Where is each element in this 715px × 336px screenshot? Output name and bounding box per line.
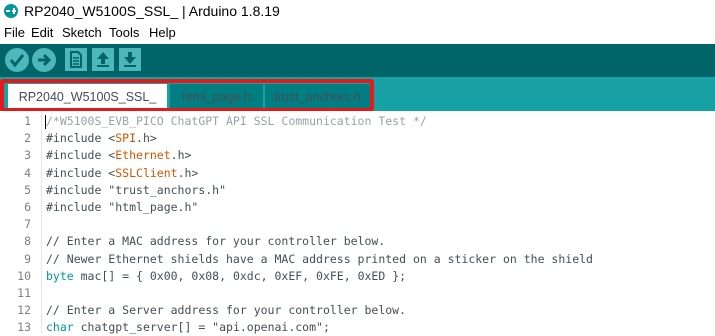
line-number: 2	[24, 131, 31, 146]
line-number: 11	[17, 286, 31, 300]
window-title: RP2040_W5100S_SSL_ | Arduino 1.8.19	[24, 3, 280, 19]
tab-html-page[interactable]: html_page.h	[170, 84, 263, 110]
arrow-up-icon	[97, 52, 109, 67]
line-number: 10	[17, 268, 31, 283]
code-line: /*W5100S_EVB_PICO ChatGPT API SSL Commun…	[46, 113, 427, 130]
line-number-gutter: 1 2 3 4 5 6 7 8 9 10 11 12 13	[0, 111, 41, 334]
gutter-divider	[41, 111, 42, 334]
code-line: #include <SSLClient.h>	[46, 165, 198, 182]
line-number: 4	[24, 165, 31, 180]
code-token: /*W5100S_EVB_PICO ChatGPT API SSL Commun…	[46, 114, 427, 128]
code-line: // Newer Ethernet shields have a MAC add…	[46, 251, 593, 268]
code-line: byte mac[] = { 0x00, 0x08, 0xdc, 0xEF, 0…	[46, 268, 406, 285]
line-number: 7	[24, 217, 31, 232]
code-token: // Enter a Server address for your contr…	[46, 303, 407, 318]
code-token: byte	[46, 268, 74, 283]
menu-sketch[interactable]: Sketch	[62, 25, 102, 40]
code-line: #include <Ethernet.h>	[46, 147, 191, 164]
tab-label: RP2040_W5100S_SSL_	[18, 90, 157, 104]
tab-label: html_page.h	[182, 90, 251, 104]
code-token: SPI	[115, 131, 137, 146]
file-icon	[70, 51, 82, 68]
toolbar	[0, 44, 715, 77]
line-number: 5	[24, 182, 31, 197]
check-icon	[9, 54, 25, 68]
code-token: #include "trust_anchors.h"	[46, 182, 227, 197]
code-line: #include "trust_anchors.h"	[46, 182, 226, 199]
code-token: chatgpt_server[] = "api.openai.com";	[73, 320, 330, 335]
code-line: // Enter a Server address for your contr…	[46, 302, 406, 319]
title-bar: RP2040_W5100S_SSL_ | Arduino 1.8.19	[0, 0, 715, 24]
code-token: mac[] = { 0x00, 0x08, 0xdc, 0xEF, 0xFE, …	[73, 268, 407, 283]
code-line: // Enter a MAC address for your controll…	[46, 233, 385, 250]
code-token: .h>	[136, 131, 157, 146]
code-token: .h>	[177, 165, 199, 180]
line-number: 6	[24, 200, 31, 214]
code-token: #include "html_page.h"	[46, 200, 199, 214]
tab-label: trust_anchors.h	[274, 90, 361, 104]
code-token: #include <	[46, 165, 116, 180]
tab-trust-anchors[interactable]: trust_anchors.h	[265, 84, 370, 110]
arrow-right-icon	[38, 53, 52, 67]
code-token: char	[46, 320, 74, 335]
menu-bar: File Edit Sketch Tools Help	[0, 24, 715, 44]
line-number: 3	[24, 148, 31, 163]
open-button[interactable]	[92, 48, 114, 71]
upload-button[interactable]	[32, 48, 56, 72]
menu-file[interactable]: File	[4, 25, 25, 40]
save-button[interactable]	[119, 48, 141, 71]
menu-tools[interactable]: Tools	[109, 25, 139, 40]
code-token: // Enter a MAC address for your controll…	[46, 234, 386, 249]
text-cursor	[45, 115, 46, 129]
code-token: Ethernet	[115, 148, 171, 163]
code-token: // Newer Ethernet shields have a MAC add…	[46, 251, 593, 266]
new-button[interactable]	[65, 48, 87, 71]
arduino-logo-icon	[4, 4, 18, 18]
arrow-down-icon	[124, 52, 136, 67]
menu-help[interactable]: Help	[149, 25, 176, 40]
menu-edit[interactable]: Edit	[31, 25, 53, 40]
code-line: #include <SPI.h>	[46, 130, 157, 147]
code-token: .h>	[170, 148, 192, 163]
tab-rp2040-w5100s-ssl[interactable]: RP2040_W5100S_SSL_	[8, 84, 167, 110]
code-line: #include "html_page.h"	[46, 199, 198, 216]
code-editor[interactable]: 1 2 3 4 5 6 7 8 9 10 11 12 13 /*W5100S_EVB_PICO Chat…	[0, 111, 715, 334]
code-token: #include <	[46, 131, 116, 146]
line-number: 12	[17, 303, 31, 318]
line-number: 1	[24, 114, 31, 128]
tab-bar: RP2040_W5100S_SSL_ html_page.h trust_anc…	[0, 77, 715, 111]
code-token: SSLClient	[115, 165, 178, 180]
code-token: #include <	[46, 148, 116, 163]
verify-button[interactable]	[5, 48, 29, 72]
line-number: 9	[24, 251, 31, 266]
line-number: 8	[24, 234, 31, 249]
